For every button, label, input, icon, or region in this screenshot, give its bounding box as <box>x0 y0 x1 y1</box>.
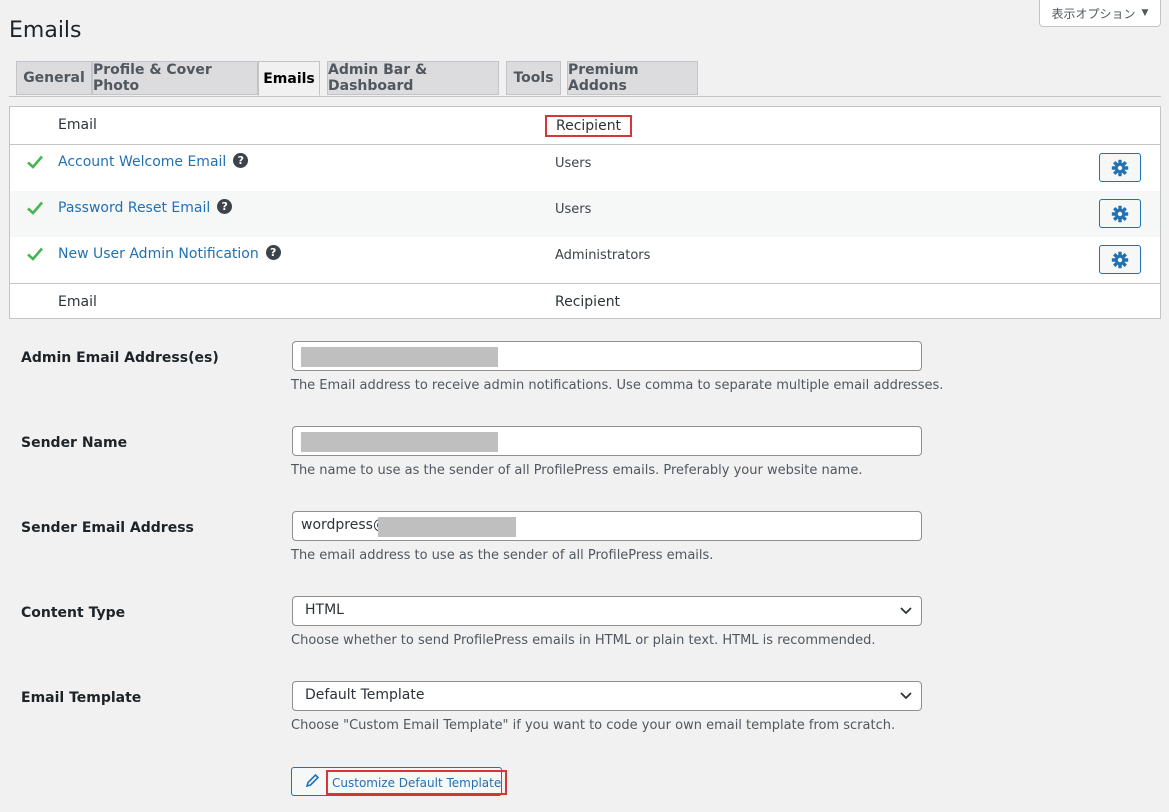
chevron-down-icon <box>900 692 912 700</box>
caret-down-icon: ▼ <box>1141 8 1149 18</box>
sender-email-input[interactable]: wordpress@ <box>292 511 922 541</box>
email-link-new-user-admin[interactable]: New User Admin Notification <box>58 246 259 262</box>
checkmark-icon <box>27 201 43 215</box>
content-type-description: Choose whether to send ProfilePress emai… <box>291 633 876 648</box>
email-template-description: Choose "Custom Email Template" if you wa… <box>291 718 896 733</box>
content-type-select[interactable]: HTML <box>292 596 922 626</box>
email-link-account-welcome[interactable]: Account Welcome Email <box>58 154 226 170</box>
tab-premium-addons[interactable]: Premium Addons <box>567 61 698 95</box>
sender-email-label: Sender Email Address <box>21 520 194 536</box>
chevron-down-icon <box>900 607 912 615</box>
gear-icon <box>1111 205 1129 222</box>
screen-options-button[interactable]: 表示オプション ▼ <box>1039 0 1161 27</box>
email-template-select[interactable]: Default Template <box>292 681 922 711</box>
gear-icon <box>1111 159 1129 176</box>
table-footer: Email Recipient <box>10 283 1160 320</box>
email-list-table: Email Recipient Account Welcome Email ? … <box>9 106 1161 319</box>
tab-general[interactable]: General <box>16 61 92 95</box>
tab-tools[interactable]: Tools <box>506 61 561 95</box>
redacted-value <box>378 517 516 537</box>
checkmark-icon <box>27 247 43 261</box>
help-icon[interactable]: ? <box>265 244 281 260</box>
customize-template-label: Customize Default Template <box>326 770 508 795</box>
admin-email-input[interactable] <box>292 341 922 371</box>
redacted-value <box>301 347 498 367</box>
recipient-value: Users <box>555 202 592 217</box>
table-row: Account Welcome Email ? Users <box>10 145 1160 191</box>
help-icon[interactable]: ? <box>217 198 233 214</box>
email-settings-button[interactable] <box>1099 153 1141 182</box>
tab-emails[interactable]: Emails <box>258 61 320 96</box>
recipient-value: Users <box>555 156 592 171</box>
page-title: Emails <box>9 18 82 43</box>
email-settings-button[interactable] <box>1099 199 1141 228</box>
email-template-label: Email Template <box>21 690 142 706</box>
table-row: New User Admin Notification ? Administra… <box>10 237 1160 283</box>
column-footer-recipient: Recipient <box>555 294 621 310</box>
sender-name-label: Sender Name <box>21 435 128 451</box>
tab-profile-cover-photo[interactable]: Profile & Cover Photo <box>92 61 258 95</box>
sender-name-input[interactable] <box>292 426 922 456</box>
column-header-email: Email <box>58 117 97 133</box>
table-row: Password Reset Email ? Users <box>10 191 1160 237</box>
admin-email-description: The Email address to receive admin notif… <box>291 378 944 393</box>
screen-options-label: 表示オプション <box>1051 6 1136 21</box>
recipient-value: Administrators <box>555 248 651 263</box>
customize-template-button[interactable]: Customize Default Template <box>291 767 508 796</box>
email-link-password-reset[interactable]: Password Reset Email <box>58 200 210 216</box>
sender-email-description: The email address to use as the sender o… <box>291 548 714 563</box>
tab-admin-bar-dashboard[interactable]: Admin Bar & Dashboard <box>327 61 499 95</box>
admin-email-label: Admin Email Address(es) <box>21 350 219 366</box>
gear-icon <box>1111 251 1129 268</box>
checkmark-icon <box>27 155 43 169</box>
content-type-label: Content Type <box>21 605 126 621</box>
settings-tabs: General Profile & Cover Photo Emails Adm… <box>9 61 1161 97</box>
column-header-recipient: Recipient <box>545 115 633 137</box>
sender-name-description: The name to use as the sender of all Pro… <box>291 463 863 478</box>
pencil-icon <box>305 773 320 788</box>
email-settings-button[interactable] <box>1099 245 1141 274</box>
help-icon[interactable]: ? <box>233 152 249 168</box>
column-footer-email: Email <box>58 294 97 310</box>
redacted-value <box>301 432 498 452</box>
table-header: Email Recipient <box>10 107 1160 145</box>
